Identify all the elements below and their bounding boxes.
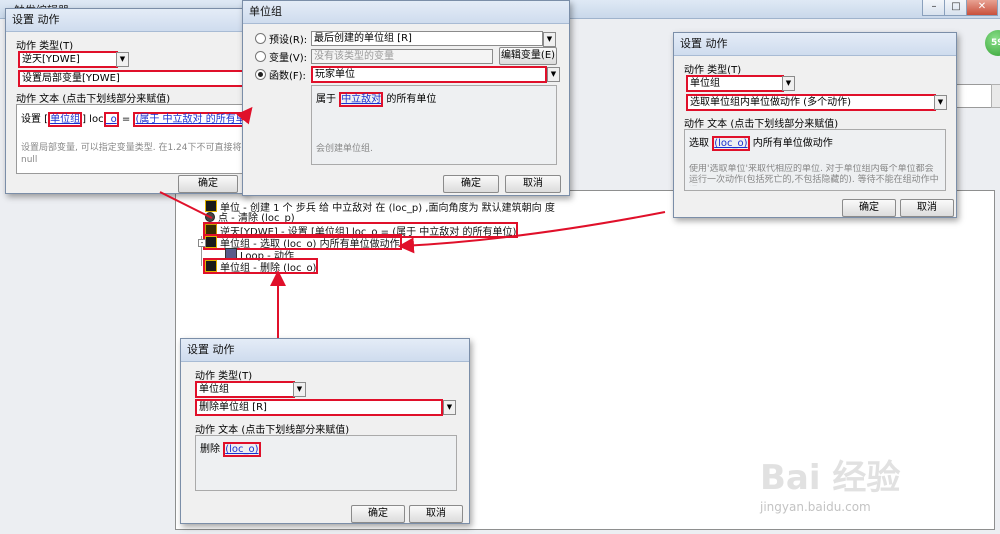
preset-radio[interactable]	[255, 33, 266, 44]
expression-box: 属于 中立敌对 的所有单位 会创建单位组.	[311, 85, 557, 165]
param-varname-link[interactable]: _o	[103, 112, 119, 127]
preset-label: 预设(R):	[269, 35, 308, 46]
action-text-box: 选取 (loc_o) 内所有单位做动作 使用'选取单位'来取代相应的单位. 对于…	[684, 129, 946, 191]
function-select[interactable]: 玩家单位	[311, 66, 547, 83]
param-group-link[interactable]: (loc_o)	[712, 136, 750, 151]
action-type-select[interactable]: 逆天[YDWE]	[18, 51, 118, 68]
unit-icon	[205, 200, 217, 212]
tree-row-label: 点 - 清除 (loc_p)	[218, 213, 295, 224]
chevron-down-icon[interactable]: ▼	[547, 67, 560, 82]
dialog-title: 单位组	[243, 1, 569, 24]
chevron-down-icon[interactable]: ▼	[116, 52, 129, 67]
action-text-label: 动作 文本 (点击下划线部分来赋值)	[16, 94, 171, 105]
text-segment: 的所有单位	[383, 94, 437, 105]
action-select[interactable]: 选取单位组内单位做动作 (多个动作)	[686, 94, 936, 111]
param-player-link[interactable]: 中立敌对	[339, 92, 384, 107]
chevron-down-icon[interactable]: ▼	[934, 95, 947, 110]
action-select[interactable]: 设置局部变量[YDWE]	[18, 70, 244, 87]
text-segment: 删除	[200, 444, 224, 455]
watermark-logo: Bai 经验	[760, 458, 901, 498]
text-segment: 属于	[316, 94, 340, 105]
text-segment: 设置 [	[21, 114, 49, 125]
set-action-dialog-destroy: 设置 动作 动作 类型(T) 单位组 ▼ 删除单位组 [R] ▼ 动作 文本 (…	[180, 338, 470, 524]
ok-button[interactable]: 确定	[351, 505, 405, 523]
ok-button[interactable]: 确定	[842, 199, 896, 217]
point-icon	[205, 212, 215, 222]
tree-row-create-unit[interactable]: 单位 - 创建 1 个 步兵 给 中立敌对 在 (loc_p) ,面向角度为 默…	[205, 200, 555, 214]
text-segment: 内所有单位做动作	[749, 138, 833, 149]
cancel-button[interactable]: 取消	[409, 505, 463, 523]
close-icon[interactable]: ✕	[966, 0, 998, 16]
unitgroup-param-dialog: 单位组 预设(R): 最后创建的单位组 [R] ▼ 变量(V): 没有该类型的变…	[242, 0, 570, 196]
function-label: 函数(F):	[269, 71, 306, 82]
action-type-label: 动作 类型(T)	[195, 371, 253, 382]
chevron-down-icon[interactable]: ▼	[543, 32, 556, 47]
text-segment: =	[118, 114, 134, 125]
tree-row-set-local-var[interactable]: 逆天[YDWE] - 设置 [单位组] loc_o = (属于 中立敌对 的所有…	[202, 222, 519, 238]
dialog-title: 设置 动作	[6, 9, 246, 32]
variable-select[interactable]: 没有该类型的变量	[311, 49, 493, 64]
cancel-button[interactable]: 取消	[505, 175, 561, 193]
function-radio[interactable]	[255, 69, 266, 80]
set-action-dialog-pick: 设置 动作 动作 类型(T) 单位组 ▼ 选取单位组内单位做动作 (多个动作) …	[673, 32, 957, 218]
action-hint: 设置局部变量, 可以指定变量类型. 在1.24下不可直接将	[21, 143, 242, 153]
action-text-label: 动作 文本 (点击下划线部分来赋值)	[195, 425, 350, 436]
dialog-title: 设置 动作	[181, 339, 469, 362]
ydwe-icon	[205, 224, 217, 236]
text-segment: 选取	[689, 138, 713, 149]
set-action-dialog-ydwe: 设置 动作 动作 类型(T) 逆天[YDWE] ▼ 设置局部变量[YDWE] 动…	[5, 8, 262, 194]
variable-radio[interactable]	[255, 51, 266, 62]
tree-row-loop[interactable]: Loop - 动作	[225, 248, 294, 262]
cancel-button[interactable]: 取消	[900, 199, 954, 217]
action-text-label: 动作 文本 (点击下划线部分来赋值)	[684, 119, 839, 130]
minimize-icon[interactable]: –	[922, 0, 946, 16]
preset-select[interactable]: 最后创建的单位组 [R]	[311, 31, 543, 46]
ok-button[interactable]: 确定	[443, 175, 499, 193]
action-hint: 使用'选取单位'来取代相应的单位. 对于单位组内每个单位都会运行一次动作(包括死…	[689, 164, 939, 185]
chevron-down-icon[interactable]: ▼	[782, 76, 795, 91]
tree-row-destroy-group[interactable]: 单位组 - 删除 (loc_o)	[202, 258, 319, 274]
tree-row-label: 单位组 - 删除 (loc_o)	[220, 263, 317, 274]
param-group-link[interactable]: (loc_o)	[223, 442, 261, 457]
ok-button[interactable]: 确定	[178, 175, 238, 193]
variable-label: 变量(V):	[269, 53, 308, 64]
action-type-select[interactable]: 单位组	[686, 75, 784, 92]
loop-icon	[225, 248, 237, 260]
tree-row-clear-point[interactable]: 点 - 清除 (loc_p)	[205, 212, 295, 224]
action-type-select[interactable]: 单位组	[195, 381, 295, 398]
chevron-down-icon[interactable]: ▼	[293, 382, 306, 397]
action-hint-2: null	[21, 155, 38, 165]
expression-hint: 会创建单位组.	[316, 144, 373, 154]
chevron-down-icon[interactable]: ▼	[443, 400, 456, 415]
dialog-title: 设置 动作	[674, 33, 956, 56]
text-segment: ] loc	[82, 114, 104, 125]
edit-variable-button[interactable]: 编辑变量(E)	[499, 47, 557, 65]
param-unitgroup-link[interactable]: 单位组	[48, 112, 83, 127]
tree-row-pick-units[interactable]: 单位组 - 选取 (loc_o) 内所有单位做动作	[203, 234, 402, 250]
collapse-toggle-icon[interactable]: -	[198, 239, 206, 247]
action-text-box: 设置 [单位组] loc _o = (属于 中立敌对 的所有单位) 设置局部变量,…	[16, 104, 262, 174]
action-text-box: 删除 (loc_o)	[195, 435, 457, 491]
action-type-label: 动作 类型(T)	[16, 41, 74, 52]
scrollbar[interactable]	[991, 84, 1000, 108]
unitgroup-icon	[205, 260, 217, 272]
action-select[interactable]: 删除单位组 [R]	[195, 399, 443, 416]
watermark-url: jingyan.baidu.com	[760, 500, 871, 514]
unitgroup-icon	[205, 236, 217, 248]
maximize-icon[interactable]: □	[944, 0, 968, 16]
action-type-label: 动作 类型(T)	[684, 65, 742, 76]
